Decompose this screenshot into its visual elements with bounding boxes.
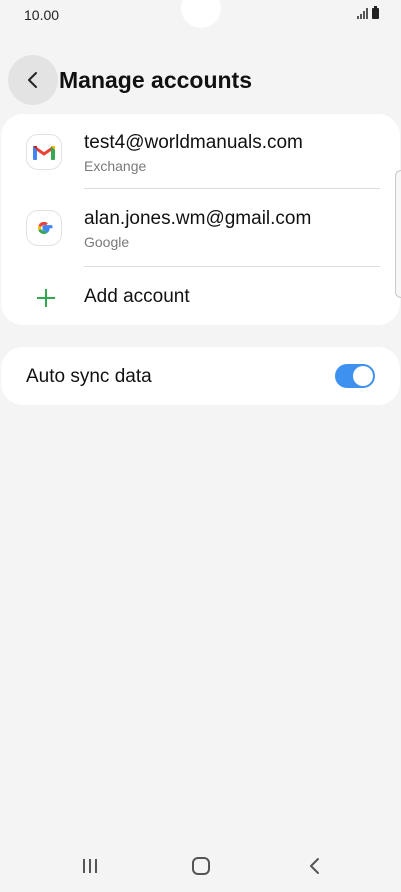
page-title: Manage accounts [59,67,252,93]
add-account-label: Add account [84,286,190,307]
account-name: test4@worldmanuals.com [84,132,303,153]
auto-sync-card[interactable]: Auto sync data [1,347,400,405]
header: Manage accounts [0,54,401,106]
account-item-exchange[interactable]: test4@worldmanuals.com Exchange [1,114,400,190]
divider [84,188,380,189]
back-icon [310,858,319,874]
status-bar: 10.00 [0,0,401,30]
status-time: 10.00 [24,7,60,23]
edge-panel-handle[interactable] [395,170,401,298]
account-type: Google [84,234,130,250]
home-button[interactable] [179,848,223,884]
account-type: Exchange [84,158,147,174]
home-icon [192,857,210,875]
back-button[interactable] [8,55,58,105]
accounts-card: test4@worldmanuals.com Exchange alan.jon… [1,114,400,325]
back-arrow-icon [28,72,37,88]
plus-icon [37,289,55,307]
navigation-bar [0,840,401,892]
status-icons [357,6,379,19]
signal-icon [357,8,368,19]
recents-button[interactable] [68,848,112,884]
auto-sync-toggle[interactable] [335,364,375,388]
nav-back-button[interactable] [293,848,337,884]
auto-sync-label: Auto sync data [26,366,152,387]
account-item-google[interactable]: alan.jones.wm@gmail.com Google [1,190,400,266]
toggle-knob [353,366,373,386]
google-icon [26,210,62,246]
battery-icon [372,6,379,19]
recents-icon [83,859,97,873]
account-name: alan.jones.wm@gmail.com [84,208,312,229]
gmail-icon [26,134,62,170]
add-account-button[interactable]: Add account [1,267,400,325]
camera-notch [181,0,221,28]
